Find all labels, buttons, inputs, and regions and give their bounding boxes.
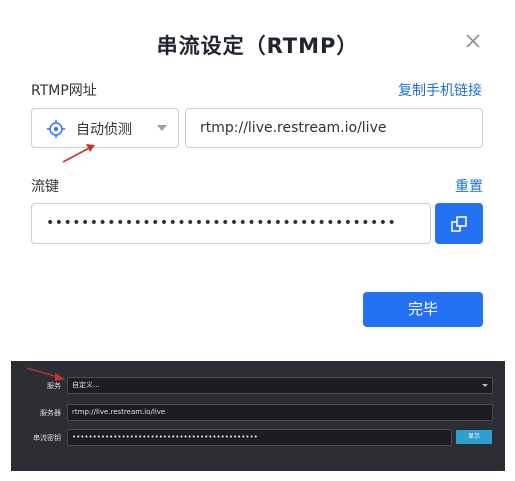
server-field[interactable]: rtmp://live.restream.io/live bbox=[67, 404, 493, 421]
rtmp-url-field[interactable]: rtmp://live.restream.io/live bbox=[185, 108, 483, 148]
dialog-title: 串流设定（RTMP） bbox=[156, 34, 359, 58]
service-select-value: 自定义... bbox=[72, 381, 100, 389]
rtmp-url-label: RTMP网址 bbox=[31, 83, 97, 99]
stream-key-field[interactable]: •••••••••••••••••••••••••••••••••••••••• bbox=[31, 203, 431, 244]
stream-key-field[interactable]: ••••••••••••••••••••••••••••••••••••••••… bbox=[67, 429, 452, 446]
chevron-down-icon bbox=[482, 384, 488, 387]
service-label: 服务 bbox=[47, 382, 61, 390]
copy-mobile-link[interactable]: 复制手机链接 bbox=[398, 80, 482, 100]
stream-key-label: 串流密钥 bbox=[33, 434, 61, 442]
red-arrow-icon bbox=[26, 367, 65, 381]
copy-icon bbox=[451, 216, 467, 232]
server-label: 服务器 bbox=[40, 409, 61, 417]
stream-key-label: 流键 bbox=[31, 179, 59, 195]
obs-stream-settings-panel: 服务 自定义... 服务器 rtmp://live.restream.io/li… bbox=[11, 361, 505, 471]
copy-stream-key-button[interactable] bbox=[435, 203, 483, 244]
chevron-down-icon bbox=[157, 125, 167, 131]
close-icon[interactable] bbox=[463, 31, 483, 51]
server-select-value: 自动侦测 bbox=[76, 122, 132, 138]
reset-link[interactable]: 重置 bbox=[455, 176, 483, 196]
server-select[interactable]: 自动侦测 bbox=[31, 108, 179, 148]
red-arrow-icon bbox=[62, 144, 95, 163]
close-button[interactable] bbox=[463, 31, 483, 51]
done-button[interactable]: 完毕 bbox=[363, 292, 483, 327]
service-select[interactable]: 自定义... bbox=[67, 377, 493, 394]
crosshair-target-icon bbox=[47, 120, 65, 138]
show-key-button[interactable]: 显示 bbox=[456, 430, 492, 444]
